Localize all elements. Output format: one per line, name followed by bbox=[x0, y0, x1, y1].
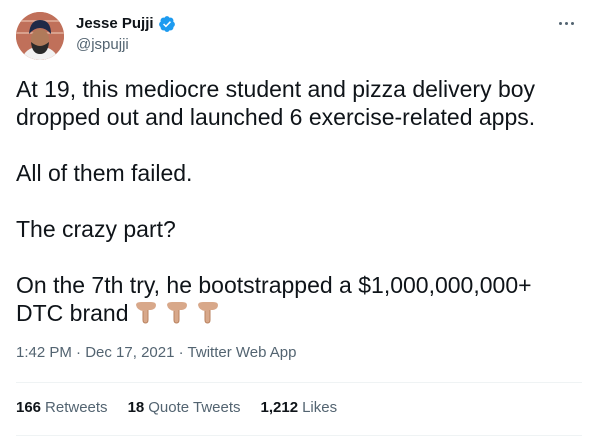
pointing-down-icon bbox=[164, 300, 190, 330]
tweet-line: On the 7th try, he bootstrapped a $1,000… bbox=[16, 272, 532, 298]
tweet-stats: 166 Retweets 18 Quote Tweets 1,212 Likes bbox=[16, 399, 337, 416]
likes-stat[interactable]: 1,212 Likes bbox=[261, 399, 338, 416]
divider bbox=[16, 382, 582, 383]
verified-badge-icon bbox=[158, 16, 175, 32]
tweet-meta: 1:42 PM · Dec 17, 2021 · Twitter Web App bbox=[16, 344, 296, 361]
retweets-count: 166 bbox=[16, 399, 42, 416]
author-handle[interactable]: @jspujji bbox=[76, 36, 129, 53]
quote-tweets-label: Quote Tweets bbox=[148, 399, 241, 416]
tweet-line: dropped out and launched 6 exercise-rela… bbox=[16, 104, 536, 130]
tweet-line: DTC brand bbox=[16, 300, 129, 326]
avatar[interactable] bbox=[16, 12, 64, 60]
tweet-line-last: DTC brand bbox=[16, 299, 582, 330]
author-name-row[interactable]: Jesse Pujji bbox=[76, 14, 176, 34]
more-options-icon[interactable] bbox=[554, 14, 578, 32]
avatar-image bbox=[16, 12, 64, 60]
likes-count: 1,212 bbox=[260, 399, 299, 416]
separator: · bbox=[76, 344, 82, 361]
pointing-down-icon bbox=[133, 300, 159, 330]
pointing-down-icon bbox=[195, 300, 221, 330]
separator: · bbox=[178, 344, 184, 361]
author-name[interactable]: Jesse Pujji bbox=[76, 14, 154, 34]
tweet-time-link[interactable]: 1:42 PM · Dec 17, 2021 bbox=[16, 344, 174, 361]
quote-tweets-count: 18 bbox=[127, 399, 145, 416]
tweet-client-link[interactable]: Twitter Web App bbox=[188, 344, 297, 361]
tweet-time: 1:42 PM bbox=[16, 344, 72, 361]
tweet-text: At 19, this mediocre student and pizza d… bbox=[16, 75, 582, 330]
retweets-stat[interactable]: 166 Retweets bbox=[16, 399, 108, 416]
retweets-label: Retweets bbox=[45, 399, 108, 416]
tweet-line: All of them failed. bbox=[16, 160, 193, 186]
tweet-line: The crazy part? bbox=[16, 216, 176, 242]
tweet-date: Dec 17, 2021 bbox=[85, 344, 175, 361]
tweet-line: At 19, this mediocre student and pizza d… bbox=[16, 76, 536, 102]
quote-tweets-stat[interactable]: 18 Quote Tweets bbox=[128, 399, 241, 416]
likes-label: Likes bbox=[302, 399, 338, 416]
